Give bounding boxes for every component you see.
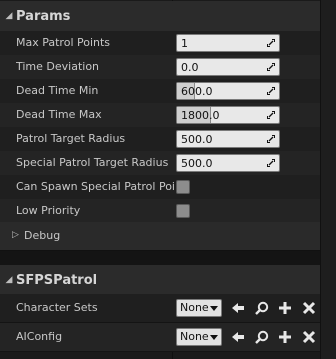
plus-icon[interactable] <box>277 300 293 316</box>
param-row: Dead Time Max 1800.0 <box>0 103 320 128</box>
collapse-triangle-icon: ◢ <box>5 11 13 21</box>
drag-arrow-icon <box>267 87 275 95</box>
spinbox-value: 0.0 <box>181 61 199 74</box>
drag-arrow-icon <box>267 39 275 47</box>
asset-label: AIConfig <box>16 330 63 343</box>
chevron-down-icon <box>210 306 218 311</box>
params-title: Params <box>16 8 71 24</box>
arrow-left-icon[interactable] <box>230 329 246 345</box>
param-label: Can Spawn Special Patrol Point <box>16 180 174 193</box>
numeric-spinbox[interactable]: 1 <box>176 34 280 52</box>
arrow-left-icon[interactable] <box>230 300 246 316</box>
sfps-section-header[interactable]: ◢ SFPSPatrol <box>0 265 320 296</box>
debug-label: Debug <box>24 229 61 242</box>
param-row: Special Patrol Target Radius 500.0 <box>0 151 320 176</box>
asset-row: Character Sets None <box>0 294 320 323</box>
param-label: Low Priority <box>16 204 81 217</box>
numeric-spinbox[interactable]: 1800.0 <box>176 106 280 124</box>
param-label: Dead Time Max <box>16 108 102 121</box>
collapse-triangle-icon: ◢ <box>5 275 13 285</box>
plus-icon[interactable] <box>277 329 293 345</box>
chevron-down-icon <box>210 335 218 340</box>
asset-label: Character Sets <box>16 301 98 314</box>
spinbox-value: 600.0 <box>181 85 213 98</box>
asset-combo[interactable]: None <box>176 299 222 317</box>
checkbox[interactable] <box>176 180 190 194</box>
magnifier-icon[interactable] <box>254 300 270 316</box>
numeric-spinbox[interactable]: 500.0 <box>176 130 280 148</box>
numeric-spinbox[interactable]: 0.0 <box>176 58 280 76</box>
param-check-row: Low Priority <box>0 199 320 224</box>
asset-row: AIConfig None <box>0 323 320 352</box>
params-section-header[interactable]: ◢ Params <box>0 1 320 32</box>
param-label: Patrol Target Radius <box>16 132 126 145</box>
combo-value: None <box>180 330 209 343</box>
spinbox-value: 1 <box>181 37 188 50</box>
checkbox[interactable] <box>176 204 190 218</box>
x-icon[interactable] <box>301 300 317 316</box>
param-row: Time Deviation 0.0 <box>0 55 320 80</box>
spinbox-value: 500.0 <box>181 133 213 146</box>
numeric-spinbox[interactable]: 600.0 <box>176 82 280 100</box>
spinbox-value: 500.0 <box>181 157 213 170</box>
param-check-row: Can Spawn Special Patrol Point <box>0 175 320 200</box>
x-icon[interactable] <box>301 329 317 345</box>
numeric-spinbox[interactable]: 500.0 <box>176 154 280 172</box>
drag-arrow-icon <box>267 135 275 143</box>
drag-arrow-icon <box>267 159 275 167</box>
param-row: Max Patrol Points 1 <box>0 31 320 56</box>
asset-combo[interactable]: None <box>176 328 222 346</box>
param-label: Dead Time Min <box>16 84 99 97</box>
param-label: Max Patrol Points <box>16 36 111 49</box>
section-gap <box>0 251 336 266</box>
spinbox-value: 1800.0 <box>181 109 220 122</box>
drag-arrow-icon <box>267 63 275 71</box>
drag-arrow-icon <box>267 111 275 119</box>
combo-value: None <box>180 301 209 314</box>
expand-triangle-icon: ▷ <box>12 230 19 240</box>
magnifier-icon[interactable] <box>254 329 270 345</box>
scrollbar-track[interactable] <box>320 0 336 359</box>
param-row: Dead Time Min 600.0 <box>0 79 320 104</box>
param-row: Patrol Target Radius 500.0 <box>0 127 320 152</box>
param-label: Special Patrol Target Radius <box>16 156 169 169</box>
debug-category-row[interactable]: ▷ Debug <box>0 222 320 251</box>
sfps-title: SFPSPatrol <box>16 272 98 288</box>
param-label: Time Deviation <box>16 60 100 73</box>
